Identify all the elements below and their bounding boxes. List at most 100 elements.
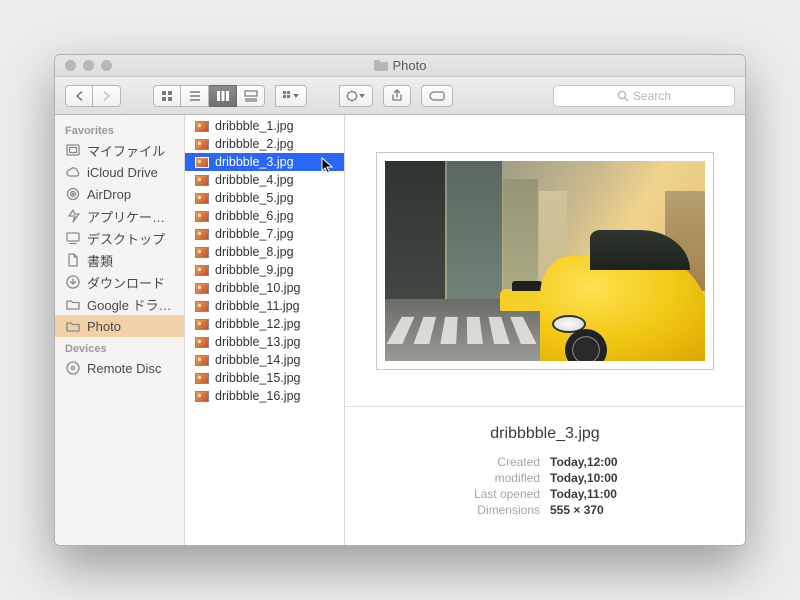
meta-key: Dimensions (345, 503, 540, 517)
back-button[interactable] (65, 85, 93, 107)
sidebar-item-label: Google ドラ… (87, 295, 172, 314)
file-item[interactable]: dribbble_10.jpg (185, 279, 344, 297)
file-name: dribbble_4.jpg (215, 173, 294, 187)
sidebar-section-header: Favorites (55, 119, 184, 139)
file-thumbnail-icon (195, 283, 209, 294)
minimize-dot[interactable] (83, 60, 94, 71)
action-group (339, 85, 373, 107)
toolbar: Search (55, 77, 745, 115)
docs-icon (65, 252, 81, 268)
file-thumbnail-icon (195, 175, 209, 186)
file-thumbnail-icon (195, 337, 209, 348)
share-button[interactable] (383, 85, 411, 107)
file-item[interactable]: dribbble_11.jpg (185, 297, 344, 315)
sidebar-item[interactable]: アプリケー… (55, 205, 184, 227)
sidebar-section-header: Devices (55, 337, 184, 357)
sidebar-item[interactable]: デスクトップ (55, 227, 184, 249)
sidebar-item[interactable]: iCloud Drive (55, 161, 184, 183)
file-list[interactable]: dribbble_1.jpg dribbble_2.jpg dribbble_3.j… (185, 115, 345, 545)
file-thumbnail-icon (195, 229, 209, 240)
file-thumbnail-icon (195, 157, 209, 168)
file-name: dribbble_9.jpg (215, 263, 294, 277)
titlebar: Photo (55, 55, 745, 77)
apps-icon (65, 208, 81, 224)
file-thumbnail-icon (195, 391, 209, 402)
file-thumbnail-icon (195, 355, 209, 366)
sidebar-item[interactable]: ダウンロード (55, 271, 184, 293)
file-item[interactable]: dribbble_5.jpg (185, 189, 344, 207)
file-name: dribbble_5.jpg (215, 191, 294, 205)
file-item[interactable]: dribbble_1.jpg (185, 117, 344, 135)
action-button[interactable] (339, 85, 373, 107)
file-name: dribbble_3.jpg (215, 155, 294, 169)
file-thumbnail-icon (195, 265, 209, 276)
folder-icon (65, 296, 81, 312)
sidebar: FavoritesマイファイルiCloud Drive AirDrop アプリケー…… (55, 115, 185, 545)
file-item[interactable]: dribbble_2.jpg (185, 135, 344, 153)
sidebar-item[interactable]: Google ドラ… (55, 293, 184, 315)
sidebar-item[interactable]: マイファイル (55, 139, 184, 161)
file-thumbnail-icon (195, 373, 209, 384)
file-thumbnail-icon (195, 301, 209, 312)
preview-frame (376, 152, 714, 370)
meta-key: Created (345, 455, 540, 469)
file-name: dribbble_16.jpg (215, 389, 301, 403)
file-name: dribbble_15.jpg (215, 371, 301, 385)
meta-value: 555 × 370 (550, 503, 745, 517)
tags-button[interactable] (421, 85, 453, 107)
sidebar-item[interactable]: 書類 (55, 249, 184, 271)
file-name: dribbble_2.jpg (215, 137, 294, 151)
preview-image (385, 161, 705, 361)
file-name: dribbble_13.jpg (215, 335, 301, 349)
finder-window: Photo (54, 54, 746, 546)
file-item[interactable]: dribbble_14.jpg (185, 351, 344, 369)
sidebar-item-label: 書類 (87, 251, 113, 270)
file-item[interactable]: dribbble_9.jpg (185, 261, 344, 279)
zoom-dot[interactable] (101, 60, 112, 71)
sidebar-item-label: AirDrop (87, 187, 131, 202)
desktop-icon (65, 230, 81, 246)
file-item[interactable]: dribbble_8.jpg (185, 243, 344, 261)
downloads-icon (65, 274, 81, 290)
myfiles-icon (65, 142, 81, 158)
file-thumbnail-icon (195, 121, 209, 132)
sidebar-item[interactable]: Remote Disc (55, 357, 184, 379)
search-placeholder: Search (633, 89, 671, 103)
window-controls (55, 60, 112, 71)
file-name: dribbble_10.jpg (215, 281, 301, 295)
file-name: dribbble_1.jpg (215, 119, 294, 133)
column-view-button[interactable] (209, 85, 237, 107)
view-switcher (153, 85, 265, 107)
cursor-icon (321, 157, 335, 175)
close-dot[interactable] (65, 60, 76, 71)
sidebar-item-label: アプリケー… (87, 207, 165, 226)
file-name: dribbble_7.jpg (215, 227, 294, 241)
arrange-button[interactable] (275, 85, 307, 107)
list-view-button[interactable] (181, 85, 209, 107)
preview-info: dribbbble_3.jpg CreatedToday,12:00modifl… (345, 407, 745, 545)
file-item[interactable]: dribbble_6.jpg (185, 207, 344, 225)
file-name: dribbble_14.jpg (215, 353, 301, 367)
file-item[interactable]: dribbble_7.jpg (185, 225, 344, 243)
sidebar-item-label: Remote Disc (87, 361, 161, 376)
forward-button[interactable] (93, 85, 121, 107)
window-body: FavoritesマイファイルiCloud Drive AirDrop アプリケー…… (55, 115, 745, 545)
sidebar-item[interactable]: AirDrop (55, 183, 184, 205)
airdrop-icon (65, 186, 81, 202)
file-name: dribbble_12.jpg (215, 317, 301, 331)
file-item[interactable]: dribbble_12.jpg (185, 315, 344, 333)
file-item[interactable]: dribbble_13.jpg (185, 333, 344, 351)
file-name: dribbble_6.jpg (215, 209, 294, 223)
file-thumbnail-icon (195, 319, 209, 330)
preview-image-area (345, 115, 745, 407)
file-item[interactable]: dribbble_15.jpg (185, 369, 344, 387)
file-thumbnail-icon (195, 211, 209, 222)
file-thumbnail-icon (195, 193, 209, 204)
file-item[interactable]: dribbble_16.jpg (185, 387, 344, 405)
search-field[interactable]: Search (553, 85, 735, 107)
folder-icon (374, 60, 388, 71)
sidebar-item[interactable]: Photo (55, 315, 184, 337)
meta-key: Last opened (345, 487, 540, 501)
icon-view-button[interactable] (153, 85, 181, 107)
coverflow-view-button[interactable] (237, 85, 265, 107)
